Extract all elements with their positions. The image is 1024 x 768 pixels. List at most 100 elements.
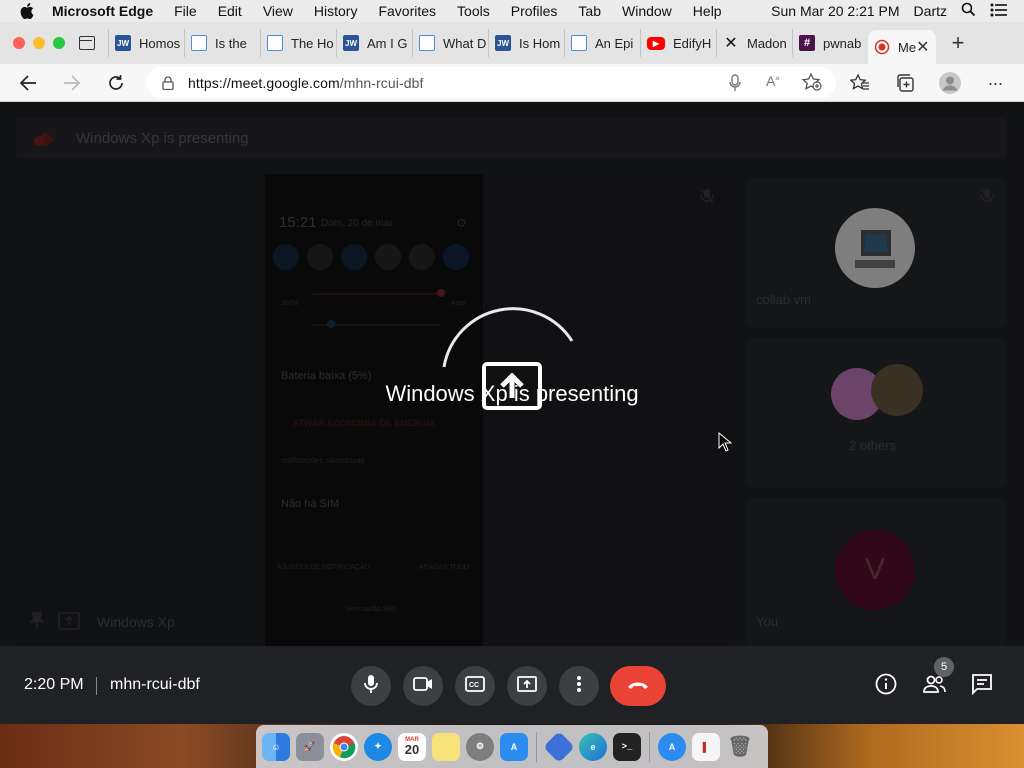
more-options-button[interactable] <box>559 666 599 706</box>
lock-icon[interactable] <box>162 75 174 90</box>
edge-icon[interactable]: e <box>579 732 607 761</box>
browser-toolbar: https://meet.google.com/mhn-rcui-dbf A» … <box>0 64 1024 102</box>
microphone-icon <box>364 674 378 699</box>
camera-toggle-button[interactable] <box>403 666 443 706</box>
microphone-icon[interactable] <box>729 74 741 97</box>
chrome-icon[interactable] <box>330 732 358 761</box>
more-menu-icon[interactable]: ··· <box>983 71 1007 95</box>
tab-title: Madon <box>747 35 787 51</box>
new-tab-icon[interactable]: + <box>948 30 968 56</box>
bookmark-icon <box>191 35 207 51</box>
close-tab-icon[interactable]: ✕ <box>916 37 929 57</box>
screen: Microsoft Edge File Edit View History Fa… <box>0 0 1024 768</box>
zoom-window-button[interactable] <box>53 37 65 49</box>
tab-title: Is Hom <box>519 35 561 51</box>
url-text[interactable]: https://meet.google.com/mhn-rcui-dbf <box>188 75 424 91</box>
url-host: https://meet.google.com <box>188 74 340 91</box>
menu-favorites[interactable]: Favorites <box>378 3 436 19</box>
presenting-status: Windows Xp is presenting <box>385 381 639 406</box>
meeting-code: mhn-rcui-dbf <box>110 676 200 693</box>
app-name-menu[interactable]: Microsoft Edge <box>52 3 153 19</box>
menubar-datetime[interactable]: Sun Mar 20 2:21 PM <box>771 3 899 19</box>
meet-call-view: Windows Xp is presenting 15:21 Dom, 20 d… <box>0 102 1024 726</box>
leave-call-button[interactable] <box>610 666 666 706</box>
browser-tab[interactable]: JW Is Hom <box>488 29 564 57</box>
menu-window[interactable]: Window <box>622 3 672 19</box>
chat-icon <box>971 673 993 700</box>
profile-avatar-icon[interactable] <box>938 71 962 95</box>
refresh-icon[interactable] <box>104 71 128 95</box>
more-vert-icon <box>577 675 581 697</box>
meet-record-icon <box>874 39 890 55</box>
collections-icon[interactable] <box>893 71 917 95</box>
terminal-icon[interactable]: >_ <box>613 732 641 761</box>
browser-tab[interactable]: What D <box>412 29 488 57</box>
slack-icon: # <box>799 35 815 51</box>
menu-help[interactable]: Help <box>693 3 722 19</box>
apple-logo-icon[interactable] <box>20 3 34 19</box>
favorites-icon[interactable] <box>848 71 872 95</box>
tab-title: Homos <box>139 35 181 51</box>
browser-tab[interactable]: An Epi <box>564 29 640 57</box>
menu-tab[interactable]: Tab <box>578 3 601 19</box>
read-aloud-icon[interactable]: A» <box>766 73 780 89</box>
trash-icon[interactable]: 🗑 <box>726 733 754 761</box>
menu-tools[interactable]: Tools <box>457 3 490 19</box>
menu-edit[interactable]: Edit <box>218 3 242 19</box>
bookmark-icon <box>267 35 283 51</box>
svg-text:CC: CC <box>469 682 479 689</box>
microphone-toggle-button[interactable] <box>351 666 391 706</box>
back-arrow-icon[interactable] <box>16 71 40 95</box>
jw-icon: JW <box>495 35 511 51</box>
browser-tab[interactable]: Is the <box>184 29 260 57</box>
control-center-icon[interactable] <box>990 3 1008 20</box>
window-controls <box>13 37 65 49</box>
tab-title: The Ho <box>291 35 334 51</box>
meeting-details-button[interactable] <box>874 673 898 698</box>
address-bar[interactable]: https://meet.google.com/mhn-rcui-dbf A» <box>146 67 836 98</box>
spotlight-search-icon[interactable] <box>961 2 976 20</box>
calendar-icon[interactable]: MAR 20 <box>398 732 426 761</box>
app-store-icon[interactable]: A <box>500 732 528 761</box>
minimize-window-button[interactable] <box>33 37 45 49</box>
close-window-button[interactable] <box>13 37 25 49</box>
forward-arrow-icon[interactable] <box>60 71 84 95</box>
captions-button[interactable]: CC <box>455 666 495 706</box>
notes-icon[interactable] <box>432 732 460 761</box>
tab-actions-icon[interactable] <box>79 36 95 50</box>
tab-title: pwnab <box>823 35 862 51</box>
menu-file[interactable]: File <box>174 3 197 19</box>
url-path: /mhn-rcui-dbf <box>339 74 424 91</box>
present-now-button[interactable] <box>507 666 547 706</box>
meet-controls-bar: 2:20 PM mhn-rcui-dbf CC 5 <box>0 646 1024 726</box>
finder-icon[interactable]: ☺ <box>262 732 290 761</box>
browser-tab[interactable]: JW Am I G <box>336 29 412 57</box>
safari-icon[interactable]: ✦ <box>364 732 392 761</box>
present-screen-icon <box>517 675 537 697</box>
browser-tab[interactable]: ▶ EdifyH <box>640 29 716 57</box>
menubar-user[interactable]: Dartz <box>914 3 947 19</box>
tab-title: Is the <box>215 35 247 51</box>
menu-view[interactable]: View <box>263 3 293 19</box>
browser-tab[interactable]: JW Homos <box>108 29 184 57</box>
system-preferences-icon[interactable]: ⚙ <box>466 732 494 761</box>
tab-title: EdifyH <box>673 35 712 51</box>
browser-tab-active[interactable]: Me ✕ <box>868 30 936 64</box>
captions-icon: CC <box>465 675 485 697</box>
mouse-cursor-icon <box>718 431 733 457</box>
menu-history[interactable]: History <box>314 3 358 19</box>
video-camera-icon <box>413 676 433 696</box>
downloads-folder-icon[interactable]: A <box>658 732 686 761</box>
meeting-clock: 2:20 PM <box>24 676 84 693</box>
document-icon[interactable]: ▌ <box>692 732 720 761</box>
launchpad-icon[interactable]: 🚀 <box>296 732 324 761</box>
tab-title: Me <box>898 39 917 55</box>
browser-tab[interactable]: ✕ Madon <box>716 29 792 57</box>
virtualbox-icon[interactable] <box>543 730 575 763</box>
add-favorite-icon[interactable] <box>801 72 822 96</box>
browser-tab[interactable]: The Ho <box>260 29 336 57</box>
people-button[interactable] <box>922 674 946 698</box>
chat-button[interactable] <box>970 673 994 700</box>
browser-tab[interactable]: # pwnab <box>792 29 868 57</box>
menu-profiles[interactable]: Profiles <box>511 3 558 19</box>
